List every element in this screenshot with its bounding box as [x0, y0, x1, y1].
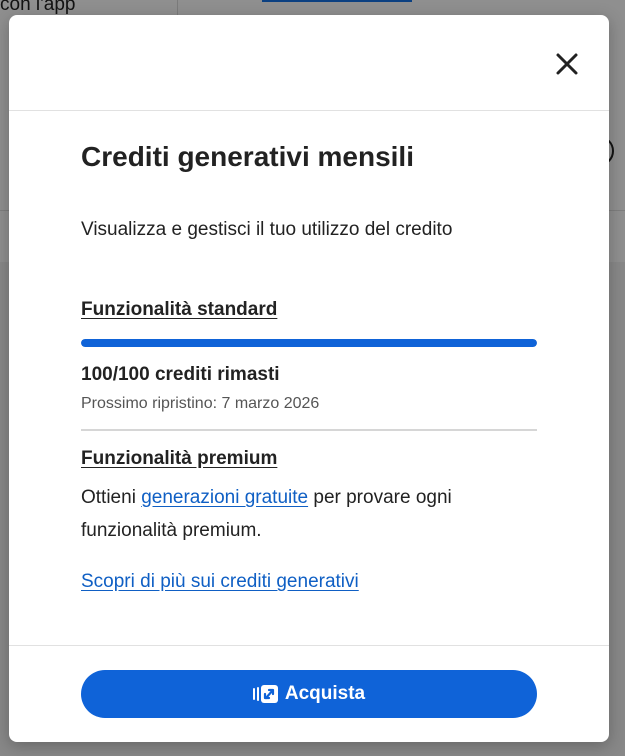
credits-dialog: Crediti generativi mensili Visualizza e …: [9, 15, 609, 742]
buy-button-label: Acquista: [284, 683, 366, 704]
credits-progress-bar: [81, 339, 537, 347]
premium-features-heading: Funzionalità premium: [81, 448, 278, 469]
premium-description: Ottieni generazioni gratuite per provare…: [81, 481, 537, 547]
close-icon: [556, 53, 578, 75]
premium-text-before: Ottieni: [81, 487, 142, 508]
section-divider: [81, 429, 537, 431]
credits-remaining: 100/100 crediti rimasti: [81, 364, 280, 385]
close-button[interactable]: [552, 49, 582, 79]
credits-card-icon: [252, 684, 279, 704]
learn-more-link[interactable]: Scopri di più sui crediti generativi: [81, 571, 359, 593]
dialog-title: Crediti generativi mensili: [81, 141, 414, 172]
next-reset-date: Prossimo ripristino: 7 marzo 2026: [81, 395, 320, 412]
dialog-subtitle: Visualizza e gestisci il tuo utilizzo de…: [81, 219, 453, 240]
standard-features-heading: Funzionalità standard: [81, 299, 278, 320]
credits-progress-fill: [81, 339, 537, 347]
dialog-header: [9, 15, 609, 111]
free-generations-link[interactable]: generazioni gratuite: [141, 487, 308, 508]
dialog-footer: Acquista: [9, 645, 609, 742]
buy-button[interactable]: Acquista: [81, 670, 537, 718]
